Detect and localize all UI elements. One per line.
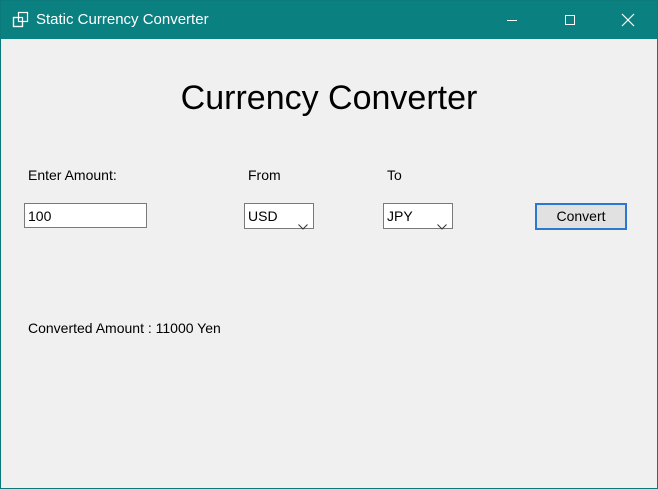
- title-bar[interactable]: Static Currency Converter: [1, 1, 657, 39]
- maximize-button[interactable]: [541, 1, 599, 39]
- from-currency-select[interactable]: USD: [244, 203, 314, 230]
- close-button[interactable]: [599, 1, 657, 39]
- convert-button-label: Convert: [556, 208, 606, 224]
- from-label: From: [248, 167, 281, 183]
- to-label: To: [387, 167, 402, 183]
- from-currency-value: USD: [248, 208, 278, 224]
- app-window: Static Currency Converter Currency Conve…: [0, 0, 658, 489]
- amount-label: Enter Amount:: [28, 167, 117, 183]
- convert-button[interactable]: Convert: [535, 203, 627, 230]
- chevron-down-icon: [298, 213, 308, 237]
- window-title: Static Currency Converter: [36, 11, 209, 28]
- to-currency-value: JPY: [387, 208, 413, 224]
- chevron-down-icon: [437, 213, 447, 237]
- amount-input[interactable]: [24, 203, 147, 228]
- minimize-button[interactable]: [483, 1, 541, 39]
- converted-amount-result: Converted Amount : 11000 Yen: [28, 320, 221, 336]
- maximize-icon: [564, 14, 576, 26]
- app-window-icon: [12, 11, 30, 29]
- close-icon: [621, 13, 635, 27]
- page-title: Currency Converter: [180, 79, 478, 117]
- to-currency-select[interactable]: JPY: [383, 203, 453, 230]
- minimize-icon: [506, 14, 518, 26]
